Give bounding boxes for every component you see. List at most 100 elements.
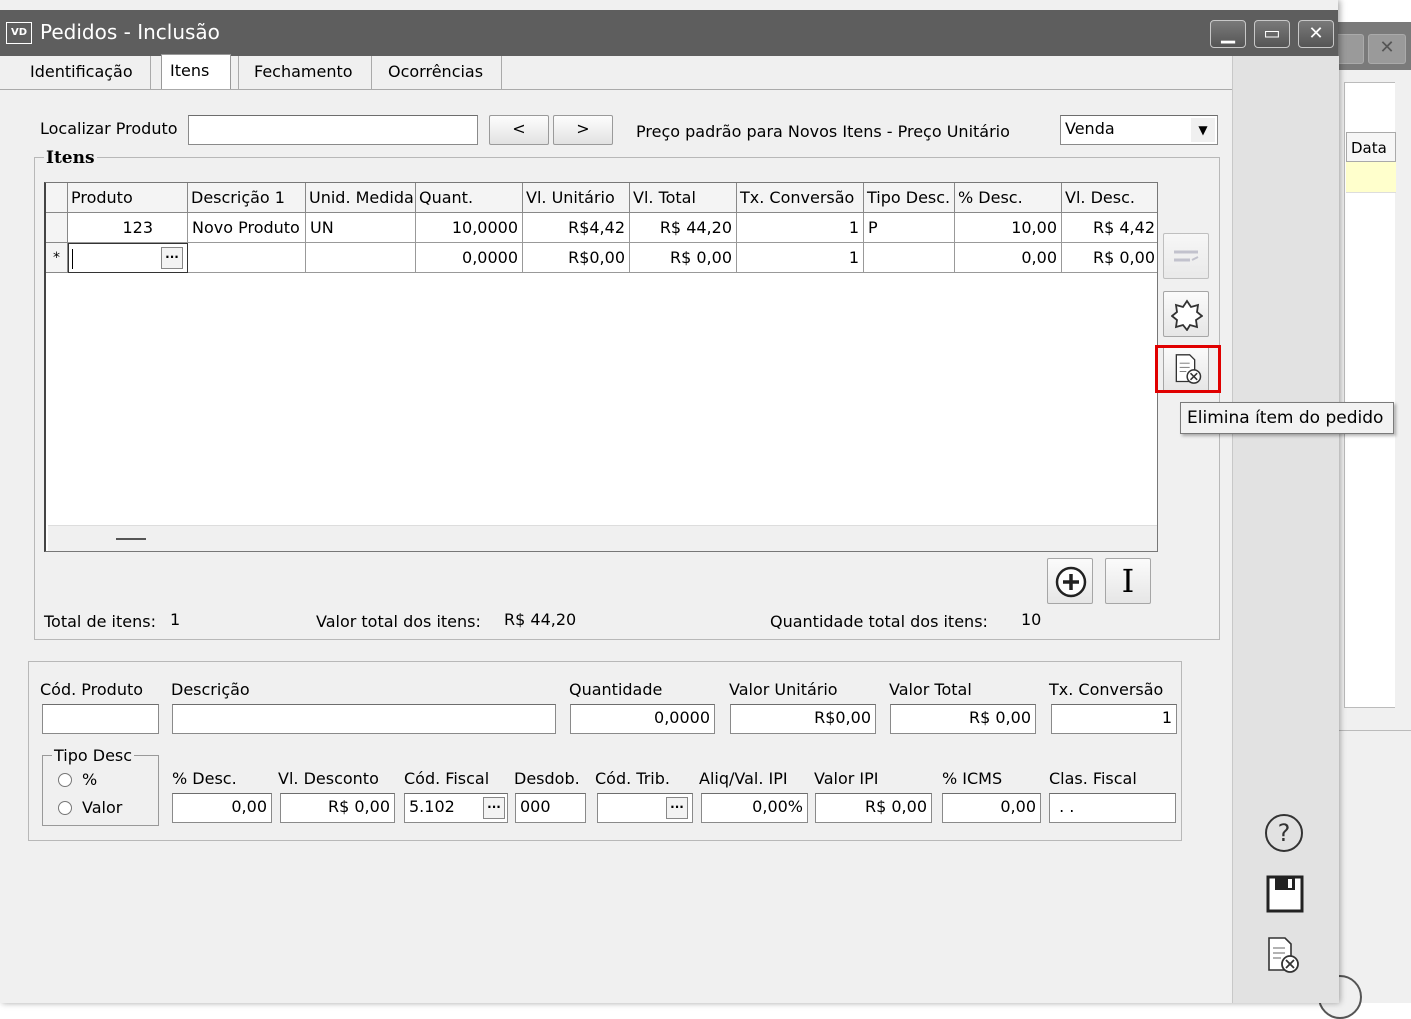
edit-item-button[interactable] — [1163, 233, 1209, 279]
chevron-down-icon[interactable]: ▼ — [1191, 118, 1215, 142]
pct-desc-label: % Desc. — [172, 769, 237, 788]
cell-tipo-desc[interactable] — [864, 243, 955, 273]
cod-trib-input[interactable]: ··· — [597, 793, 693, 823]
quantidade-input[interactable]: 0,0000 — [570, 704, 715, 734]
tab-fechamento[interactable]: Fechamento — [246, 56, 361, 90]
tab-ocorrencias[interactable]: Ocorrências — [380, 56, 491, 90]
cell-quantidade[interactable]: 0,0000 — [416, 243, 523, 273]
total-value: R$ 44,20 — [504, 610, 577, 629]
vl-desconto-input[interactable]: R$ 0,00 — [280, 793, 395, 823]
cell-valor-unitario[interactable]: R$0,00 — [523, 243, 630, 273]
search-input[interactable] — [188, 115, 478, 145]
column-header[interactable]: Tx. Conversão — [737, 183, 864, 213]
product-lookup-button[interactable]: ··· — [161, 247, 183, 269]
star-burst-icon — [1171, 299, 1203, 331]
svg-text:?: ? — [1278, 819, 1291, 847]
delete-order-icon[interactable] — [1265, 936, 1301, 974]
cell-quantidade[interactable]: 10,0000 — [416, 213, 523, 243]
background-grid-header: Data — [1346, 132, 1396, 162]
cell-pct-desc[interactable]: 10,00 — [955, 213, 1062, 243]
cod-fiscal-value: 5.102 — [409, 797, 455, 816]
tab-itens[interactable]: Itens — [161, 54, 231, 90]
aliq-ipi-input[interactable]: 0,00% — [701, 793, 808, 823]
background-window-titlebar: ✕ — [1326, 22, 1411, 70]
cod-produto-input[interactable] — [42, 704, 159, 734]
cell-valor-total[interactable]: R$ 0,00 — [630, 243, 737, 273]
total-items-label: Total de itens: — [44, 612, 156, 631]
previous-button[interactable]: < — [489, 115, 549, 145]
price-select[interactable]: Venda ▼ — [1060, 115, 1218, 145]
grid-footer-dash — [116, 538, 146, 540]
cod-fiscal-label: Cód. Fiscal — [404, 769, 490, 788]
minimize-button[interactable]: ▁ — [1210, 20, 1246, 48]
tx-conversao-input[interactable]: 1 — [1051, 704, 1177, 734]
bg-close-icon: ✕ — [1368, 34, 1406, 64]
descricao-input[interactable] — [172, 704, 556, 734]
cell-tx-conversao[interactable]: 1 — [737, 213, 864, 243]
cod-fiscal-lookup-button[interactable]: ··· — [483, 797, 505, 819]
tab-separator — [501, 56, 502, 90]
column-header[interactable]: Vl. Desc. — [1062, 183, 1157, 213]
cell-tipo-desc[interactable]: P — [864, 213, 955, 243]
cell-unidade[interactable] — [306, 243, 416, 273]
tipo-desc-label: Tipo Desc — [52, 746, 135, 765]
cod-trib-lookup-button[interactable]: ··· — [666, 797, 688, 819]
maximize-button[interactable]: ▭ — [1254, 20, 1290, 48]
radio-percent-label: % — [82, 770, 98, 789]
column-header[interactable]: Tipo Desc. — [864, 183, 955, 213]
cell-descricao[interactable]: Novo Produto — [188, 213, 306, 243]
cell-valor-desc[interactable]: R$ 0,00 — [1062, 243, 1157, 273]
close-button[interactable]: ✕ — [1298, 20, 1334, 48]
column-header[interactable]: Vl. Total — [630, 183, 737, 213]
cell-valor-unitario[interactable]: R$4,42 — [523, 213, 630, 243]
insert-item-button[interactable]: I — [1105, 558, 1151, 604]
grid-footer — [48, 525, 1157, 551]
tab-separator — [371, 56, 372, 90]
cell-tx-conversao[interactable]: 1 — [737, 243, 864, 273]
clas-fiscal-input[interactable]: . . — [1049, 793, 1176, 823]
radio-valor[interactable] — [58, 801, 72, 815]
new-row-indicator[interactable]: * — [46, 243, 68, 273]
window-title: Pedidos - Inclusão — [40, 20, 220, 44]
maximize-icon: ▭ — [1263, 23, 1281, 44]
clas-fiscal-label: Clas. Fiscal — [1049, 769, 1137, 788]
cell-produto-editing[interactable]: ··· — [68, 243, 188, 273]
total-quantity-label: Quantidade total dos itens: — [770, 612, 988, 631]
column-header[interactable]: Vl. Unitário — [523, 183, 630, 213]
cod-fiscal-input[interactable]: 5.102 ··· — [404, 793, 508, 823]
column-header[interactable]: Produto — [68, 183, 188, 213]
items-grid: Produto Descrição 1 Unid. Medida Quant. … — [44, 182, 1158, 552]
total-items-value: 1 — [170, 610, 181, 629]
vl-desconto-label: Vl. Desconto — [278, 769, 379, 788]
cell-produto[interactable]: 123 — [68, 213, 188, 243]
row-indicator[interactable] — [46, 213, 68, 243]
minimize-icon: ▁ — [1221, 23, 1235, 44]
cell-valor-desc[interactable]: R$ 4,42 — [1062, 213, 1157, 243]
cell-descricao[interactable] — [188, 243, 306, 273]
new-item-button[interactable] — [1163, 291, 1209, 337]
valor-unitario-input[interactable]: R$0,00 — [730, 704, 876, 734]
highlight-box — [1155, 345, 1221, 393]
help-icon[interactable]: ? — [1263, 812, 1305, 854]
column-header[interactable]: Descrição 1 — [188, 183, 306, 213]
tab-identificacao[interactable]: Identificação — [22, 56, 141, 90]
text-cursor — [72, 249, 73, 269]
next-button[interactable]: > — [553, 115, 613, 145]
pct-desc-input[interactable]: 0,00 — [172, 793, 272, 823]
column-header[interactable]: Quant. — [416, 183, 523, 213]
pct-icms-input[interactable]: 0,00 — [942, 793, 1041, 823]
search-label: Localizar Produto — [40, 119, 178, 138]
valor-ipi-input[interactable]: R$ 0,00 — [815, 793, 932, 823]
column-header[interactable]: % Desc. — [955, 183, 1062, 213]
add-item-button[interactable] — [1047, 558, 1093, 604]
cell-pct-desc[interactable]: 0,00 — [955, 243, 1062, 273]
valor-total-input[interactable]: R$ 0,00 — [890, 704, 1036, 734]
cell-unidade[interactable]: UN — [306, 213, 416, 243]
cell-valor-total[interactable]: R$ 44,20 — [630, 213, 737, 243]
tab-separator — [150, 56, 151, 90]
radio-percent[interactable] — [58, 773, 72, 787]
column-header[interactable]: Unid. Medida — [306, 183, 416, 213]
save-icon[interactable] — [1265, 874, 1305, 914]
background-grid-cell — [1346, 162, 1396, 193]
desdob-input[interactable]: 000 — [515, 793, 586, 823]
